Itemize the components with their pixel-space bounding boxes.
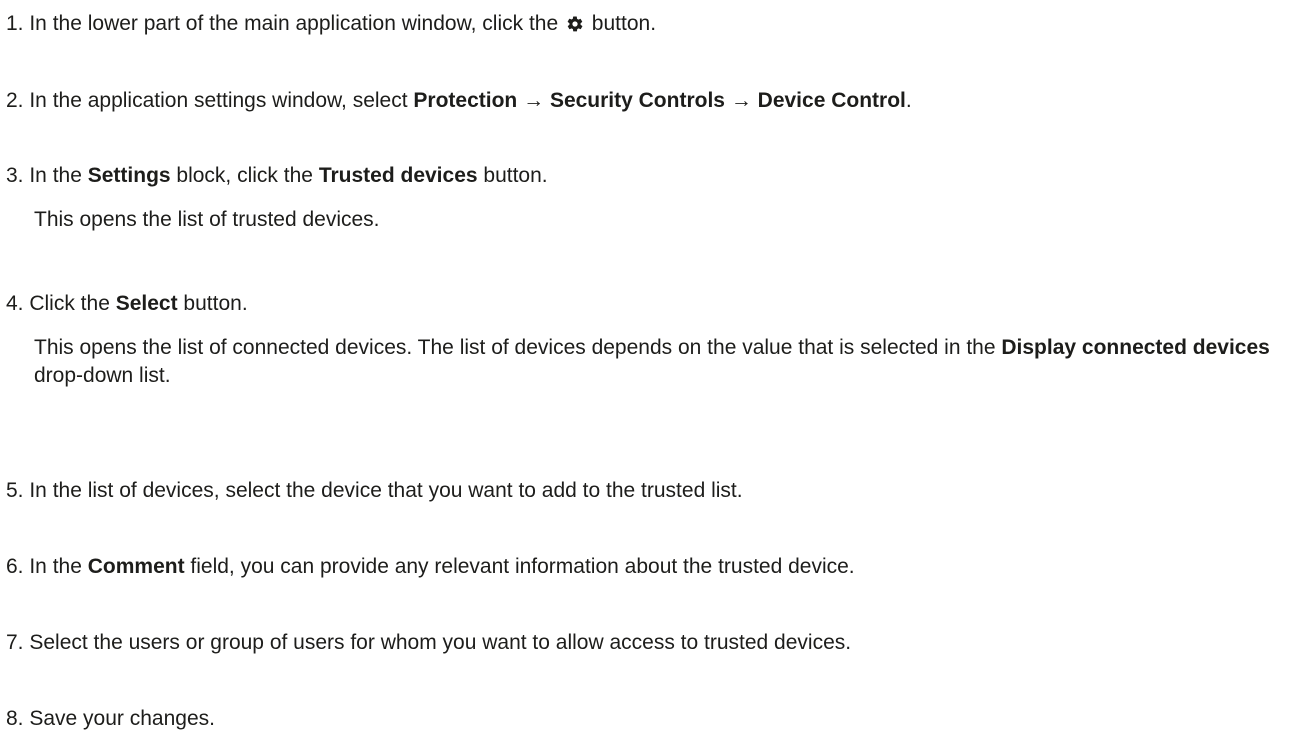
step-2: 2. In the application settings window, s… [6, 87, 1297, 116]
settings-block-label: Settings [87, 164, 171, 187]
comment-field-label: Comment [87, 555, 185, 578]
step-7: 7. Select the users or group of users fo… [6, 629, 1297, 658]
step-4: 4. Click the Select button. This opens t… [6, 290, 1297, 391]
step-5: 5. In the list of devices, select the de… [6, 477, 1297, 506]
step-number: 6. [6, 555, 24, 578]
step-8-text: 8. Save your changes. [6, 707, 215, 730]
step-1: 1. In the lower part of the main applica… [6, 10, 1297, 39]
step-4-text: 4. Click the Select button. [6, 292, 248, 315]
step-6-text: 6. In the Comment field, you can provide… [6, 555, 855, 578]
step-8: 8. Save your changes. [6, 705, 1297, 734]
step-number: 1. [6, 12, 24, 35]
select-button-label: Select [115, 292, 178, 315]
step-3: 3. In the Settings block, click the Trus… [6, 162, 1297, 234]
step-5-text: 5. In the list of devices, select the de… [6, 479, 743, 502]
menu-path-security-controls: Security Controls [549, 89, 725, 112]
step-number: 2. [6, 89, 24, 112]
step-1-text: 1. In the lower part of the main applica… [6, 12, 657, 35]
step-2-text: 2. In the application settings window, s… [6, 89, 912, 112]
step-3-text: 3. In the Settings block, click the Trus… [6, 164, 548, 187]
step-number: 3. [6, 164, 24, 187]
menu-path-device-control: Device Control [757, 89, 906, 112]
step-number: 5. [6, 479, 24, 502]
step-7-text: 7. Select the users or group of users fo… [6, 631, 852, 654]
step-3-result: This opens the list of trusted devices. [34, 207, 380, 231]
step-number: 7. [6, 631, 24, 654]
step-number: 8. [6, 707, 24, 730]
display-connected-devices-label: Display connected devices [1001, 335, 1270, 359]
gear-icon [567, 16, 583, 32]
step-6: 6. In the Comment field, you can provide… [6, 553, 1297, 582]
trusted-devices-label: Trusted devices [318, 164, 478, 187]
instruction-steps: 1. In the lower part of the main applica… [0, 0, 1303, 730]
step-number: 4. [6, 292, 24, 315]
step-4-result: This opens the list of connected devices… [34, 335, 1270, 388]
menu-path-protection: Protection [413, 89, 518, 112]
